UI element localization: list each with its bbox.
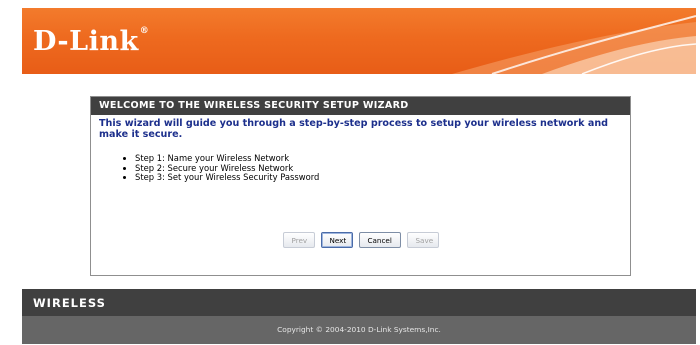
dlink-logo: D-Link® [33,26,149,57]
wireless-section-label: WIRELESS [33,296,106,310]
copyright-text: Copyright © 2004-2010 D-Link Systems,Inc… [277,325,441,334]
cancel-button[interactable]: Cancel [358,232,401,248]
header-banner: D-Link® [22,8,696,74]
wizard-steps-list: Step 1: Name your Wireless Network Step … [135,153,630,183]
wizard-panel: WELCOME TO THE WIRELESS SECURITY SETUP W… [90,96,631,276]
copyright-bar: Copyright © 2004-2010 D-Link Systems,Inc… [22,316,696,344]
save-button[interactable]: Save [406,232,439,248]
registered-mark: ® [139,26,150,36]
logo-text: D-Link [33,26,139,57]
router-setup-page: D-Link® WELCOME TO THE WIRELESS SECURITY… [22,8,696,344]
step-item: Step 3: Set your Wireless Security Passw… [135,173,630,183]
wizard-button-row: Prev Next Cancel Save [91,232,630,248]
footer-section-band: WIRELESS [22,289,696,316]
wizard-title: WELCOME TO THE WIRELESS SECURITY SETUP W… [91,97,630,115]
next-button[interactable]: Next [320,232,353,248]
prev-button[interactable]: Prev [282,232,315,248]
wizard-intro-text: This wizard will guide you through a ste… [99,118,609,140]
